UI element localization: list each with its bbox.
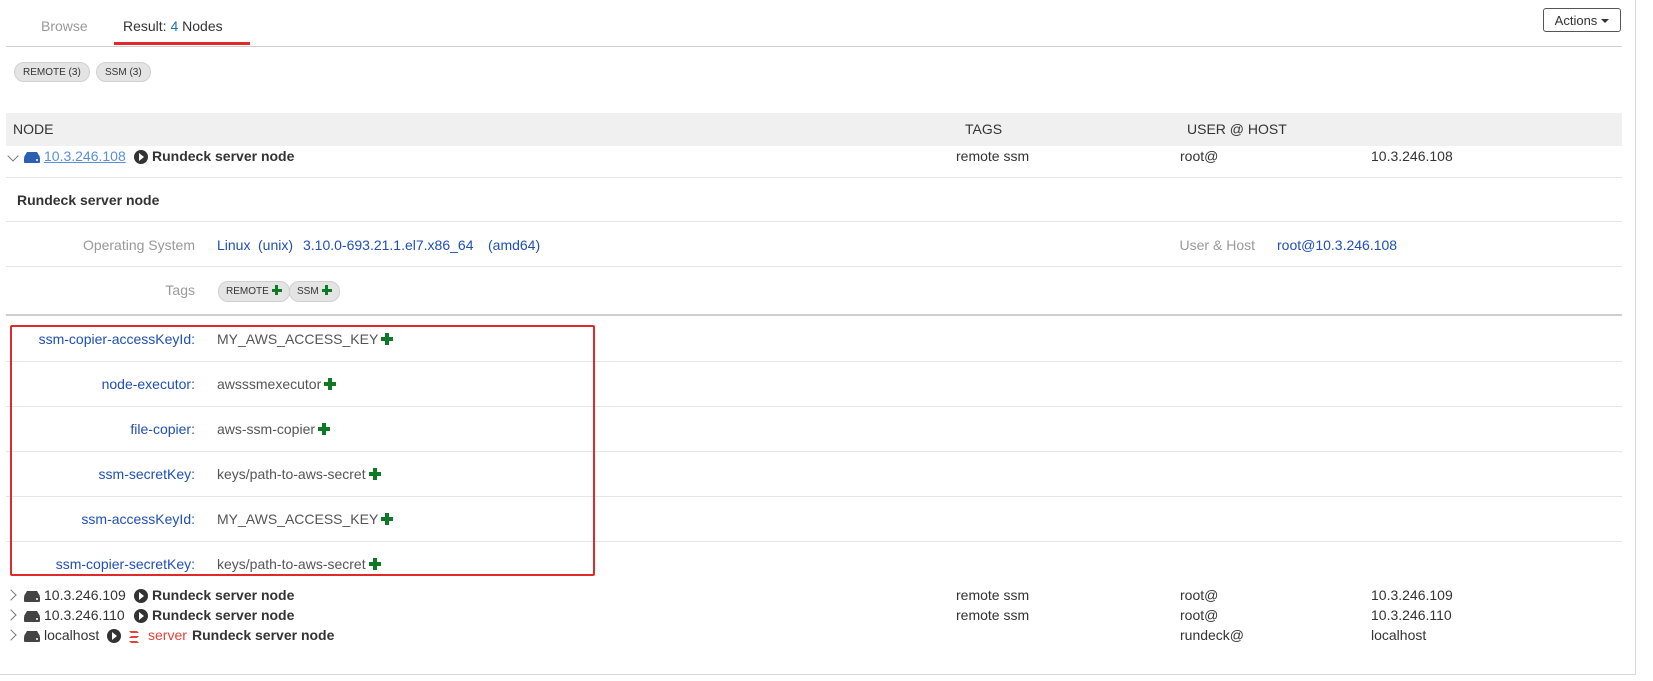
go-arrow-icon[interactable]	[134, 589, 148, 603]
tab-result-suffix: Nodes	[182, 18, 223, 34]
go-arrow-icon[interactable]	[107, 629, 121, 643]
tag-pill-remote-text: REMOTE	[226, 286, 269, 297]
highlight-box	[10, 325, 595, 576]
table-row[interactable]: 10.3.246.109 Rundeck server node remote …	[0, 587, 1620, 607]
user-host-value[interactable]: root@10.3.246.108	[1277, 237, 1397, 253]
os-label: Operating System	[82, 237, 195, 253]
plus-icon[interactable]	[271, 285, 282, 295]
chevron-right-icon[interactable]	[5, 589, 17, 601]
os-family[interactable]: Linux	[217, 237, 250, 253]
actions-label: Actions	[1554, 12, 1598, 28]
chevron-down-icon[interactable]	[7, 150, 19, 162]
node-user: root@	[1180, 587, 1219, 603]
header-user-host: USER @ HOST	[1187, 121, 1287, 137]
server-icon	[24, 152, 40, 163]
server-icon	[24, 631, 40, 642]
go-arrow-icon[interactable]	[134, 150, 148, 164]
filter-pill-remote[interactable]: REMOTE (3)	[14, 62, 90, 82]
tab-result[interactable]: Result: 4 Nodes	[123, 18, 223, 34]
tag-pill-ssm-text: SSM	[297, 286, 319, 297]
go-arrow-icon[interactable]	[134, 609, 148, 623]
server-icon	[24, 591, 40, 602]
os-version[interactable]: 3.10.0-693.21.1.el7.x86_64	[303, 237, 473, 253]
tab-result-count: 4	[170, 18, 179, 34]
table-header: NODE TAGS USER @ HOST	[6, 113, 1622, 146]
divider	[6, 266, 1622, 267]
header-tags: TAGS	[965, 121, 1003, 137]
node-user: root@	[1180, 148, 1219, 164]
node-user: root@	[1180, 607, 1219, 623]
node-host: 10.3.246.108	[1371, 148, 1453, 164]
node-name[interactable]: 10.3.246.109	[44, 587, 126, 603]
table-row[interactable]: localhost server Rundeck server node run…	[0, 627, 1620, 647]
actions-dropdown-button[interactable]: Actions	[1543, 8, 1621, 32]
header-node: NODE	[13, 121, 54, 137]
server-label: server	[148, 627, 187, 643]
table-row-expanded[interactable]: 10.3.246.108 Rundeck server node remote …	[0, 148, 1620, 168]
detail-title: Rundeck server node	[17, 192, 160, 208]
node-tags: remote ssm	[956, 587, 1030, 603]
divider	[6, 314, 1622, 316]
os-type[interactable]: (unix)	[258, 237, 293, 253]
node-link[interactable]: 10.3.246.108	[44, 148, 126, 164]
node-description: Rundeck server node	[192, 627, 335, 643]
node-description: Rundeck server node	[152, 607, 295, 623]
node-host: 10.3.246.109	[1371, 587, 1453, 603]
caret-down-icon	[1601, 19, 1610, 23]
user-host-label: User & Host	[1179, 237, 1255, 253]
node-host: localhost	[1371, 627, 1427, 643]
active-tab-indicator	[114, 42, 250, 45]
tab-result-prefix: Result:	[123, 18, 167, 34]
divider	[6, 177, 1622, 178]
server-icon	[24, 611, 40, 622]
node-description: Rundeck server node	[152, 148, 295, 164]
node-name[interactable]: 10.3.246.110	[44, 607, 125, 623]
node-tags: remote ssm	[956, 607, 1030, 623]
tab-browse[interactable]: Browse	[41, 18, 88, 34]
node-description: Rundeck server node	[152, 587, 295, 603]
tab-bar: Browse Result: 4 Nodes	[6, 0, 1622, 47]
tag-pill-ssm[interactable]: SSM	[289, 281, 340, 302]
node-name[interactable]: localhost	[44, 627, 99, 643]
divider	[6, 221, 1622, 222]
chevron-right-icon[interactable]	[5, 609, 17, 621]
table-row[interactable]: 10.3.246.110 Rundeck server node remote …	[0, 607, 1620, 627]
node-tags: remote ssm	[956, 148, 1030, 164]
node-host: 10.3.246.110	[1371, 607, 1452, 623]
tags-label: Tags	[165, 282, 195, 298]
chevron-right-icon[interactable]	[5, 629, 17, 641]
tag-pill-remote[interactable]: REMOTE	[218, 281, 290, 302]
filter-pill-ssm[interactable]: SSM (3)	[96, 62, 151, 82]
os-arch[interactable]: (amd64)	[488, 237, 540, 253]
rundeck-logo-icon	[129, 631, 139, 643]
plus-icon[interactable]	[321, 285, 332, 295]
node-user: rundeck@	[1180, 627, 1245, 643]
